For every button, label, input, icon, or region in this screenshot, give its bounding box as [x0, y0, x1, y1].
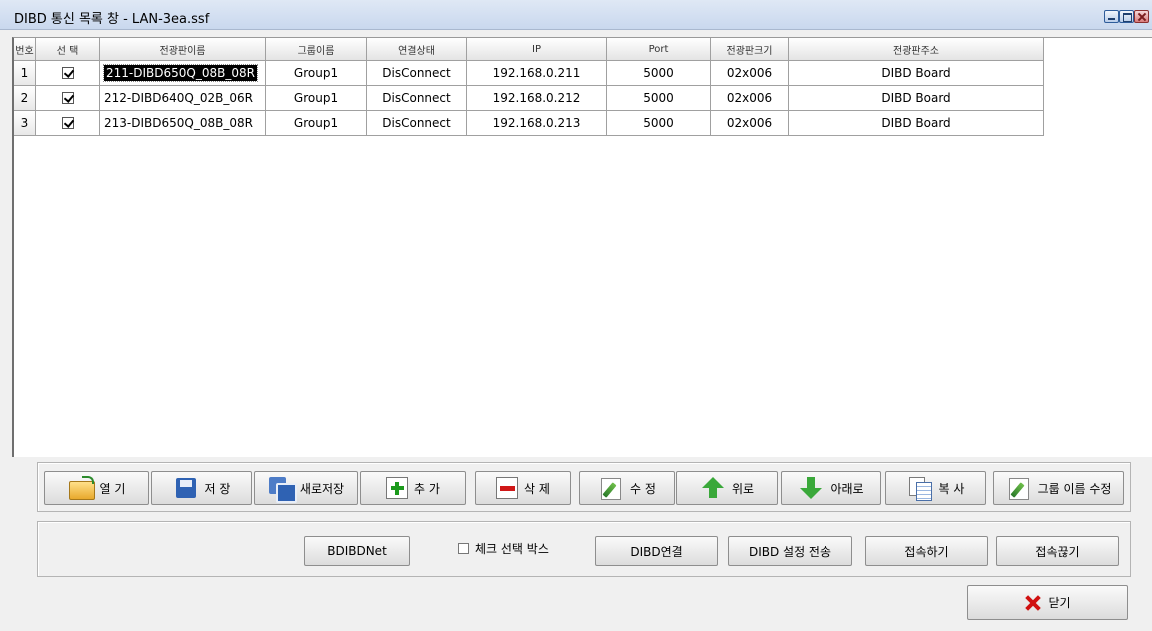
- minimize-icon[interactable]: [1104, 10, 1119, 23]
- header-board-size[interactable]: 전광판크기: [711, 38, 789, 61]
- table-row[interactable]: 1 211-DIBD650Q_08B_08R Group1 DisConnect…: [14, 61, 1044, 86]
- save-as-button[interactable]: 새로저장: [254, 471, 358, 505]
- table-row[interactable]: 3 213-DIBD650Q_08B_08R Group1 DisConnect…: [14, 111, 1044, 136]
- rename-group-label: 그룹 이름 수정: [1037, 481, 1112, 496]
- board-name-cell[interactable]: 212-DIBD640Q_02B_06R: [100, 86, 266, 111]
- row-number: 3: [14, 111, 36, 136]
- row-select-cell[interactable]: [36, 61, 100, 86]
- port-cell[interactable]: 5000: [607, 111, 711, 136]
- close-label: 닫기: [1048, 596, 1071, 610]
- move-up-button[interactable]: 위로: [676, 471, 778, 505]
- dibd-comm-list-window: DIBD 통신 목록 창 - LAN-3ea.ssf 번호 선 택 전광판이름 …: [0, 0, 1152, 631]
- header-select[interactable]: 선 택: [36, 38, 100, 61]
- size-cell[interactable]: 02x006: [711, 86, 789, 111]
- header-group-name[interactable]: 그룹이름: [266, 38, 367, 61]
- board-name: 211-DIBD650Q_08B_08R: [103, 64, 258, 82]
- save-button[interactable]: 저 장: [151, 471, 252, 505]
- ip-cell[interactable]: 192.168.0.213: [467, 111, 607, 136]
- move-down-button[interactable]: 아래로: [781, 471, 881, 505]
- arrow-down-icon: [798, 476, 824, 500]
- dibd-connect-button[interactable]: DIBD연결: [595, 536, 718, 566]
- status-cell[interactable]: DisConnect: [367, 86, 467, 111]
- check-select-box-checkbox[interactable]: [458, 543, 469, 554]
- header-port[interactable]: Port: [607, 38, 711, 61]
- row-checkbox[interactable]: [61, 67, 74, 79]
- address-cell[interactable]: DIBD Board: [789, 111, 1044, 136]
- close-button[interactable]: 닫기: [967, 585, 1128, 620]
- rename-pencil-icon: [1006, 476, 1032, 500]
- size-cell[interactable]: 02x006: [711, 111, 789, 136]
- board-name-cell[interactable]: 213-DIBD650Q_08B_08R: [100, 111, 266, 136]
- add-label: 추 가: [414, 481, 440, 496]
- row-checkbox[interactable]: [61, 117, 74, 129]
- connect-button[interactable]: 접속하기: [865, 536, 988, 566]
- disconnect-button[interactable]: 접속끊기: [996, 536, 1119, 566]
- close-x-icon: [1024, 594, 1042, 612]
- folder-open-icon: [68, 476, 95, 500]
- title-bar: DIBD 통신 목록 창 - LAN-3ea.ssf: [0, 0, 1152, 30]
- ip-cell[interactable]: 192.168.0.212: [467, 86, 607, 111]
- grid-header-row: 번호 선 택 전광판이름 그룹이름 연결상태 IP Port 전광판크기 전광판…: [14, 38, 1044, 61]
- board-name-cell[interactable]: 211-DIBD650Q_08B_08R: [100, 61, 266, 86]
- header-number[interactable]: 번호: [14, 38, 36, 61]
- row-number: 2: [14, 86, 36, 111]
- save-label: 저 장: [204, 481, 231, 496]
- save-as-disk-icon: [268, 476, 297, 503]
- size-cell[interactable]: 02x006: [711, 61, 789, 86]
- port-cell[interactable]: 5000: [607, 86, 711, 111]
- status-cell[interactable]: DisConnect: [367, 61, 467, 86]
- delete-button[interactable]: 삭 제: [475, 471, 571, 505]
- arrow-up-icon: [700, 476, 726, 500]
- add-button[interactable]: 추 가: [360, 471, 466, 505]
- save-disk-icon: [173, 476, 199, 500]
- connection-action-panel: BDIBDNet 체크 선택 박스 DIBD연결 DIBD 설정 전송 접속하기…: [37, 521, 1131, 577]
- close-window-icon[interactable]: [1134, 10, 1149, 23]
- delete-label: 삭 제: [524, 481, 550, 496]
- edit-label: 수 정: [630, 481, 656, 496]
- edit-button[interactable]: 수 정: [579, 471, 675, 505]
- open-label: 열 기: [99, 481, 126, 496]
- row-select-cell[interactable]: [36, 86, 100, 111]
- ip-cell[interactable]: 192.168.0.211: [467, 61, 607, 86]
- row-checkbox[interactable]: [61, 92, 74, 104]
- dibd-send-settings-button[interactable]: DIBD 설정 전송: [728, 536, 852, 566]
- address-cell[interactable]: DIBD Board: [789, 61, 1044, 86]
- check-select-box-toggle[interactable]: 체크 선택 박스: [458, 540, 549, 557]
- rename-group-button[interactable]: 그룹 이름 수정: [993, 471, 1124, 505]
- check-select-box-label: 체크 선택 박스: [475, 542, 549, 556]
- bdibdnet-button[interactable]: BDIBDNet: [304, 536, 410, 566]
- row-number: 1: [14, 61, 36, 86]
- header-ip[interactable]: IP: [467, 38, 607, 61]
- port-cell[interactable]: 5000: [607, 61, 711, 86]
- header-connection-status[interactable]: 연결상태: [367, 38, 467, 61]
- header-board-address[interactable]: 전광판주소: [789, 38, 1044, 61]
- group-cell[interactable]: Group1: [266, 61, 367, 86]
- status-cell[interactable]: DisConnect: [367, 111, 467, 136]
- header-board-name[interactable]: 전광판이름: [100, 38, 266, 61]
- plus-icon: [386, 477, 409, 499]
- board-list-grid[interactable]: 번호 선 택 전광판이름 그룹이름 연결상태 IP Port 전광판크기 전광판…: [12, 37, 1152, 457]
- edit-pencil-icon: [598, 476, 624, 500]
- copy-label: 복 사: [938, 481, 965, 496]
- row-select-cell[interactable]: [36, 111, 100, 136]
- group-cell[interactable]: Group1: [266, 86, 367, 111]
- toolbar-panel: 열 기 저 장 새로저장 추 가 삭 제 수 정 위로 아래로 복 사 그룹 이…: [37, 462, 1131, 512]
- open-button[interactable]: 열 기: [44, 471, 149, 505]
- save-as-label: 새로저장: [299, 481, 345, 496]
- move-up-label: 위로: [731, 481, 755, 496]
- move-down-label: 아래로: [830, 481, 864, 496]
- maximize-icon[interactable]: [1119, 10, 1134, 23]
- minus-icon: [496, 477, 519, 499]
- copy-button[interactable]: 복 사: [885, 471, 986, 505]
- table-row[interactable]: 2 212-DIBD640Q_02B_06R Group1 DisConnect…: [14, 86, 1044, 111]
- window-title: DIBD 통신 목록 창 - LAN-3ea.ssf: [14, 12, 210, 27]
- address-cell[interactable]: DIBD Board: [789, 86, 1044, 111]
- copy-document-icon: [907, 476, 933, 501]
- group-cell[interactable]: Group1: [266, 111, 367, 136]
